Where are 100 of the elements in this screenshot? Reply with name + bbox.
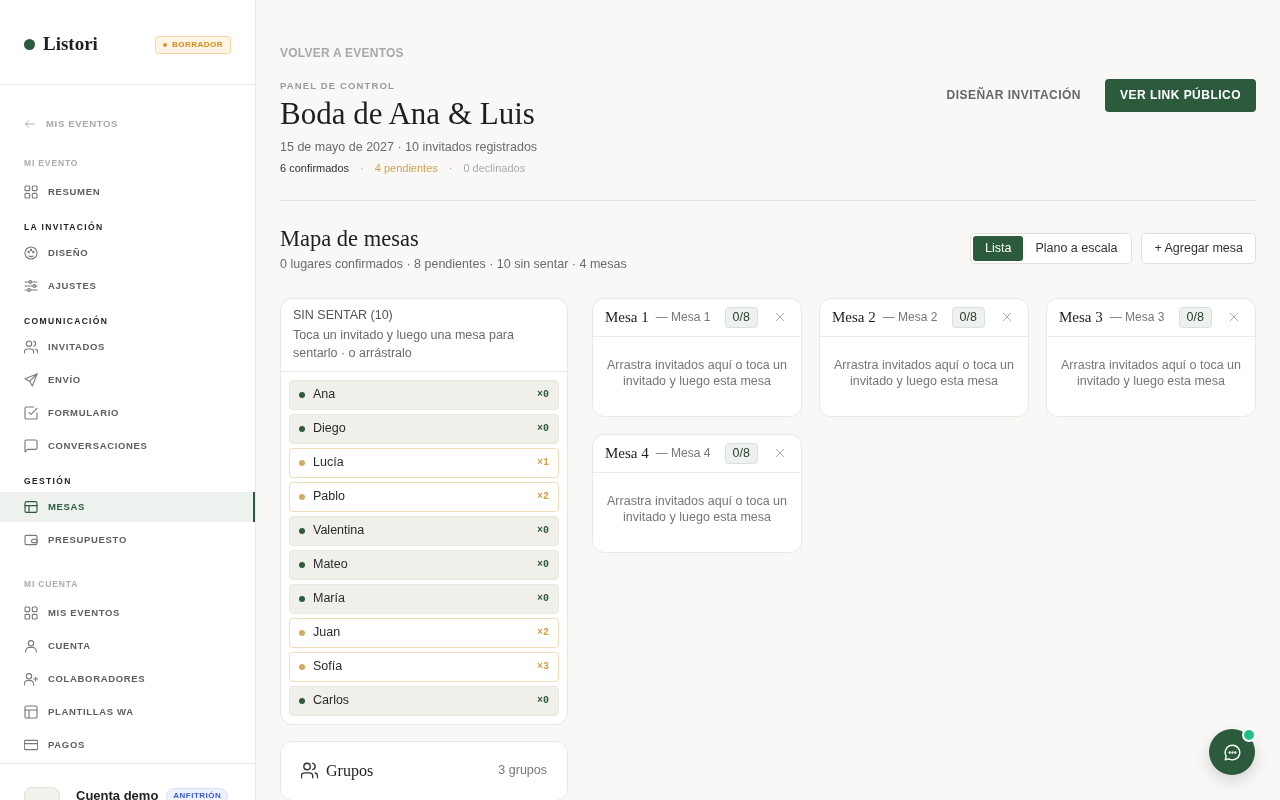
nav-link[interactable]: AJUSTES — [0, 271, 255, 301]
section-heading: GESTIÓN — [23, 475, 73, 487]
view-option[interactable]: Lista — [973, 236, 1024, 262]
guest-item[interactable]: Mateo ×0 — [289, 549, 559, 580]
nav-link[interactable]: CONVERSACIONES — [0, 431, 255, 461]
guest-name: Sofía — [313, 658, 343, 676]
account-name: Cuenta demo — [76, 787, 159, 800]
companion-count: ×0 — [537, 558, 549, 573]
status-dot-icon — [299, 561, 305, 568]
guest-name: Ana — [313, 386, 336, 404]
user-plus-icon — [24, 672, 38, 686]
drop-hint: Arrastra invitados aquí o toca un invitado y luego esta mesa — [833, 356, 1015, 390]
layout-icon — [24, 705, 38, 719]
remove-table-button[interactable] — [775, 312, 785, 323]
status-dot-icon — [299, 663, 305, 670]
grid-icon — [24, 185, 38, 199]
nav-link[interactable]: DISEÑO — [0, 238, 255, 268]
nav-link[interactable]: RESUMEN — [0, 177, 255, 207]
drop-hint: Arrastra invitados aquí o toca un invitado y luego esta mesa — [1060, 356, 1242, 390]
section-heading: MI CUENTA — [23, 578, 80, 590]
table-label: — Mesa 1 — [655, 309, 711, 326]
guest-item[interactable]: Juan ×2 — [289, 617, 559, 648]
rsvp-count: 0 declinados — [463, 160, 526, 176]
credit-card-icon — [24, 738, 38, 752]
guest-item[interactable]: Valentina ×0 — [289, 515, 559, 546]
user-icon — [24, 639, 38, 653]
remove-table-button[interactable] — [1229, 312, 1239, 323]
guest-name: Lucía — [313, 454, 344, 472]
status-dot-icon — [299, 629, 305, 636]
nav-link[interactable]: COLABORADORES — [0, 664, 255, 694]
guest-item[interactable]: Diego ×0 — [289, 413, 559, 444]
status-dot-icon — [299, 391, 305, 398]
table-name: Mesa 3 — [1059, 308, 1103, 328]
companion-count: ×3 — [537, 660, 549, 675]
paper-plane-icon — [24, 373, 38, 387]
rsvp-count: 6 confirmados — [280, 160, 350, 176]
status-dot-icon — [299, 595, 305, 602]
status-dot-icon — [299, 493, 305, 500]
companion-count: ×0 — [537, 524, 549, 539]
guest-item[interactable]: Ana ×0 — [289, 379, 559, 410]
remove-table-button[interactable] — [775, 448, 785, 459]
brand-name: Listori — [43, 32, 98, 57]
groups-title: Grupos — [326, 760, 374, 781]
table-name: Mesa 4 — [605, 444, 649, 464]
guest-item[interactable]: María ×0 — [289, 583, 559, 614]
design-invitation-button[interactable]: DISEÑAR INVITACIÓN — [946, 86, 1081, 105]
check-square-icon — [24, 406, 38, 420]
close-icon — [775, 448, 785, 459]
chat-button[interactable] — [1209, 729, 1255, 775]
guest-item[interactable]: Pablo ×2 — [289, 481, 559, 512]
seating-summary: 0 lugares confirmados · 8 pendientes · 10 sin sentar · 4 mesas — [280, 255, 627, 272]
nav-link[interactable]: ENVÍO — [0, 365, 255, 395]
rsvp-count: 4 pendientes — [374, 160, 438, 176]
nav-link[interactable]: PLANTILLAS WA — [0, 697, 255, 727]
companion-count: ×2 — [537, 626, 549, 641]
guest-item[interactable]: Lucía ×1 — [289, 447, 559, 478]
groups-count: 3 grupos — [498, 762, 547, 780]
guest-name: María — [313, 590, 345, 608]
add-table-button[interactable]: + Agregar mesa — [1141, 233, 1256, 265]
remove-table-button[interactable] — [1002, 312, 1012, 323]
event-title: Boda de Ana & Luis — [280, 95, 536, 132]
guest-name: Carlos — [313, 692, 350, 710]
nav-link[interactable]: FORMULARIO — [0, 398, 255, 428]
status-label: BORRADOR — [172, 39, 223, 50]
status-dot-icon — [299, 527, 305, 534]
nav-link[interactable]: INVITADOS — [0, 332, 255, 362]
status-dot-icon — [299, 459, 305, 466]
table-name: Mesa 1 — [605, 308, 649, 328]
capacity-tag: 0/8 — [951, 306, 985, 328]
companion-count: ×1 — [537, 456, 549, 471]
users-icon — [24, 340, 38, 354]
status-dot-icon — [163, 42, 168, 47]
nav-link[interactable]: PAGOS — [0, 730, 255, 760]
close-icon — [775, 312, 785, 323]
companion-count: ×2 — [537, 490, 549, 505]
guest-name: Mateo — [313, 556, 348, 574]
separator-dot: · — [448, 160, 453, 176]
view-toggle[interactable]: Lista Plano a escala — [970, 233, 1133, 265]
sliders-icon — [24, 279, 38, 293]
separator-dot: · — [360, 160, 364, 176]
guest-item[interactable]: Sofía ×3 — [289, 651, 559, 682]
drop-hint: Arrastra invitados aquí o toca un invitado y luego esta mesa — [606, 492, 788, 526]
users-icon — [301, 762, 318, 780]
section-title: Mapa de mesas — [280, 225, 420, 252]
panel-title: SIN SENTAR (10) — [293, 306, 394, 324]
table-label: — Mesa 3 — [1109, 309, 1165, 326]
public-link-button[interactable]: VER LINK PÚBLICO — [1104, 78, 1256, 112]
guest-name: Pablo — [313, 488, 345, 506]
capacity-tag: 0/8 — [1178, 306, 1212, 328]
nav-link[interactable]: MESAS — [0, 492, 255, 522]
status-dot-icon — [299, 425, 305, 432]
table-label: — Mesa 4 — [655, 445, 711, 462]
guest-item[interactable]: Carlos ×0 — [289, 685, 559, 716]
nav-link[interactable]: CUENTA — [0, 631, 255, 661]
nav-link[interactable]: PRESUPUESTO — [0, 525, 255, 555]
panel-hint: Toca un invitado y luego una mesa para sentarlo · o arrástralo — [293, 326, 515, 362]
nav-link[interactable]: MIS EVENTOS — [0, 598, 255, 628]
view-option[interactable]: Plano a escala — [1023, 236, 1130, 262]
arrow-left-icon — [24, 118, 36, 130]
section-heading: MI EVENTO — [23, 157, 80, 169]
